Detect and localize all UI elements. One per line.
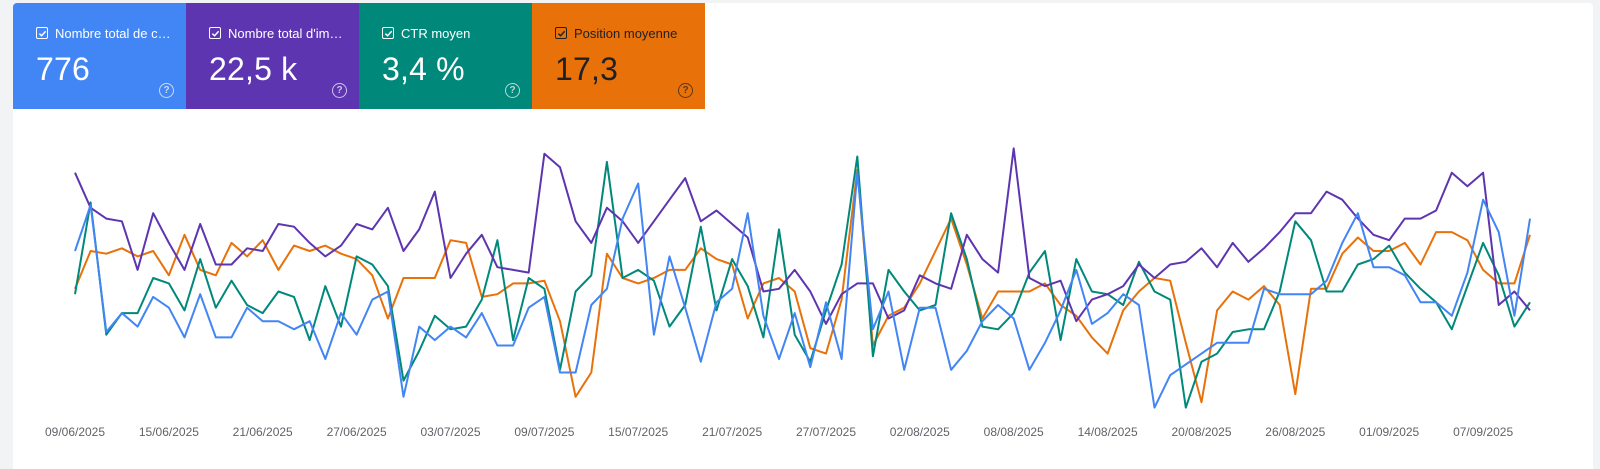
- x-tick-label: 15/06/2025: [139, 425, 199, 439]
- x-tick-label: 08/08/2025: [984, 425, 1044, 439]
- x-tick-label: 14/08/2025: [1078, 425, 1138, 439]
- x-tick-label: 27/06/2025: [327, 425, 387, 439]
- x-tick-label: 03/07/2025: [420, 425, 480, 439]
- x-tick-label: 21/06/2025: [233, 425, 293, 439]
- x-tick-label: 15/07/2025: [608, 425, 668, 439]
- x-tick-label: 26/08/2025: [1265, 425, 1325, 439]
- x-tick-label: 01/09/2025: [1359, 425, 1419, 439]
- x-tick-label: 21/07/2025: [702, 425, 762, 439]
- performance-card: Nombre total de clics 776? Nombre total d'…: [13, 3, 1593, 469]
- x-tick-label: 27/07/2025: [796, 425, 856, 439]
- x-tick-label: 02/08/2025: [890, 425, 950, 439]
- performance-line-chart: 09/06/2025 15/06/2025 21/06/2025 27/06/2025…: [45, 147, 1531, 439]
- x-tick-label: 07/09/2025: [1453, 425, 1513, 439]
- x-tick-label: 09/06/2025: [45, 425, 105, 439]
- x-tick-label: 09/07/2025: [514, 425, 574, 439]
- x-tick-label: 20/08/2025: [1171, 425, 1231, 439]
- series-line-position: [74, 169, 1531, 404]
